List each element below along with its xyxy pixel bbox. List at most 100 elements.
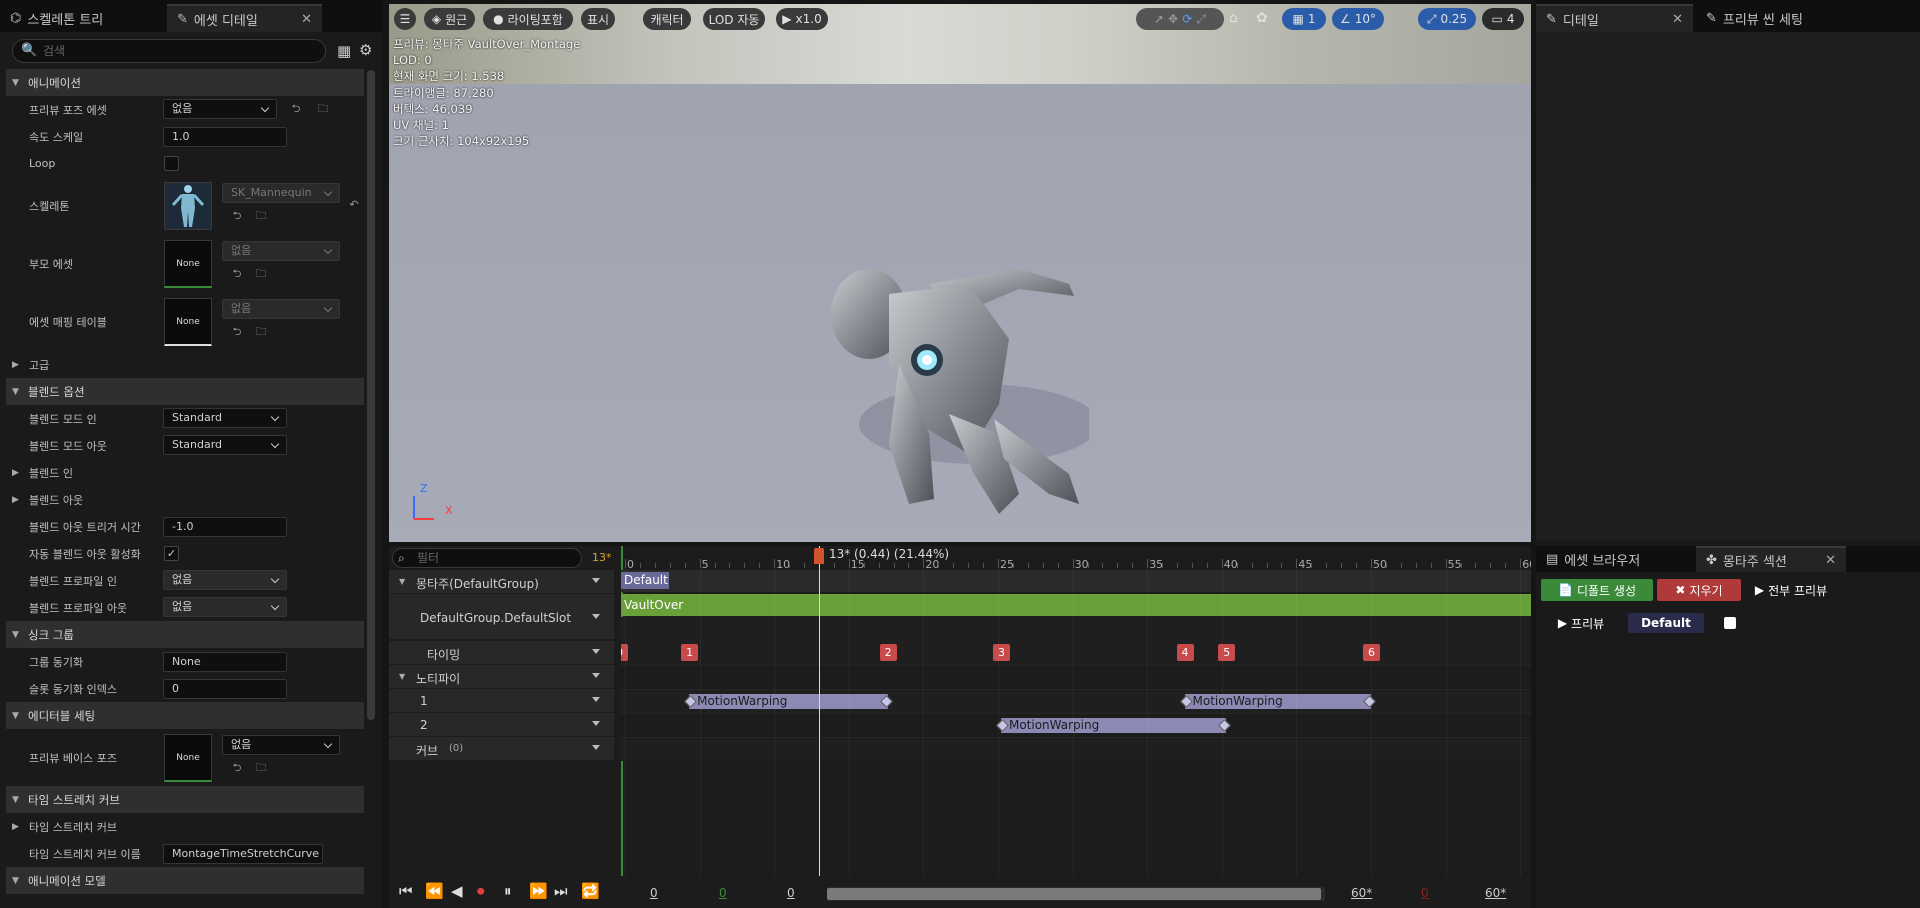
- create-default-button[interactable]: 📄 디폴트 생성: [1541, 579, 1653, 601]
- mapping-table-thumbnail[interactable]: None: [164, 298, 212, 346]
- close-icon[interactable]: ✕: [301, 12, 312, 27]
- clear-button[interactable]: ✖ 지우기: [1657, 579, 1741, 601]
- dropdown-icon[interactable]: [592, 721, 600, 726]
- section-advanced[interactable]: ▶ 고급: [6, 351, 364, 378]
- pause-icon[interactable]: ⏸: [504, 882, 512, 900]
- track-montage[interactable]: ▼ 몽타주(DefaultGroup): [389, 570, 614, 594]
- mapping-table-combo[interactable]: 없음: [222, 299, 340, 319]
- section-default[interactable]: Default: [621, 572, 669, 589]
- track-curves[interactable]: 커브 (0): [389, 737, 614, 761]
- move-icon[interactable]: ✥: [1168, 12, 1178, 26]
- table-view-icon[interactable]: ▦: [337, 42, 351, 60]
- play-start-field[interactable]: 0: [719, 886, 727, 900]
- playhead[interactable]: [818, 546, 820, 876]
- playhead-handle[interactable]: [813, 548, 824, 564]
- surface-snap-icon[interactable]: ✿: [1256, 10, 1268, 26]
- tab-skeleton-tree[interactable]: ⌬ 스켈레톤 트리: [0, 4, 165, 32]
- use-selected-icon[interactable]: ⮌: [230, 267, 244, 281]
- track-notify-1[interactable]: 1: [389, 689, 614, 713]
- blend-mode-in-combo[interactable]: Standard: [163, 408, 287, 428]
- skeleton-combo[interactable]: SK_Mannequin: [222, 183, 340, 203]
- perspective-button[interactable]: ◈ 원근: [424, 8, 475, 30]
- section-blend-out[interactable]: ▶ 블렌드 아웃: [6, 486, 364, 513]
- character-button[interactable]: 캐릭터: [643, 8, 691, 30]
- step-forward-icon[interactable]: ⏩: [529, 882, 548, 900]
- time-ruler[interactable]: 051015202530354045505560: [621, 546, 1531, 571]
- preview-button[interactable]: ▶ 프리뷰: [1552, 612, 1610, 634]
- section-default-button[interactable]: Default: [1628, 613, 1704, 633]
- tab-details[interactable]: ✎ 디테일 ✕: [1536, 4, 1693, 32]
- parent-asset-combo[interactable]: 없음: [222, 241, 340, 261]
- play-reverse-icon[interactable]: ◀: [451, 882, 463, 900]
- browse-asset-icon[interactable]: 🗀: [254, 325, 268, 339]
- tab-asset-details[interactable]: ✎ 에셋 디테일 ✕: [167, 4, 322, 32]
- tab-asset-browser[interactable]: ▤ 에셋 브라우저: [1536, 546, 1693, 572]
- view-start-field[interactable]: 0: [650, 886, 658, 900]
- track-notify-2[interactable]: 2: [389, 713, 614, 737]
- view-end-field[interactable]: 60*: [1485, 886, 1506, 900]
- loop-checkbox[interactable]: [164, 156, 179, 171]
- selection-end-field[interactable]: 60*: [1351, 886, 1372, 900]
- browse-asset-icon[interactable]: 🗀: [254, 267, 268, 281]
- close-icon[interactable]: ✕: [1672, 12, 1683, 27]
- notify-state-motionwarping[interactable]: MotionWarping: [1000, 718, 1227, 733]
- selection-start-field[interactable]: 0: [787, 886, 795, 900]
- browse-asset-icon[interactable]: 🗀: [254, 761, 268, 775]
- skeleton-thumbnail[interactable]: [164, 182, 212, 230]
- grid-snap-toggle[interactable]: ▦ 1: [1282, 8, 1326, 30]
- camera-speed-button[interactable]: ▭ 4: [1482, 8, 1524, 30]
- angle-snap-toggle[interactable]: ∠ 10°: [1332, 8, 1384, 30]
- auto-blend-out-checkbox[interactable]: ✓: [164, 546, 179, 561]
- timeline-scrollbar[interactable]: [827, 887, 1325, 901]
- browse-asset-icon[interactable]: 🗀: [316, 102, 330, 116]
- play-end-field[interactable]: 0: [1421, 886, 1429, 900]
- rotate-icon[interactable]: ⟳: [1182, 12, 1192, 26]
- section-blend-in[interactable]: ▶ 블렌드 인: [6, 459, 364, 486]
- close-icon[interactable]: ✕: [1825, 553, 1836, 568]
- loop-icon[interactable]: 🔁: [581, 882, 600, 900]
- step-back-icon[interactable]: ⏪: [425, 882, 444, 900]
- gear-icon[interactable]: ⚙: [359, 41, 372, 59]
- notify-state-motionwarping[interactable]: MotionWarping: [689, 694, 888, 709]
- sync-group-input[interactable]: None: [163, 652, 287, 672]
- use-selected-icon[interactable]: ⮌: [230, 209, 244, 223]
- tab-montage-sections[interactable]: ✤ 몽타주 섹션 ✕: [1696, 546, 1846, 572]
- search-input[interactable]: 🔍 검색: [12, 39, 326, 63]
- category-time-stretch[interactable]: ▼ 타임 스트레치 커브: [6, 786, 364, 813]
- timing-marker[interactable]: 0: [621, 644, 628, 661]
- dropdown-icon[interactable]: [592, 697, 600, 702]
- blend-profile-out-combo[interactable]: 없음: [163, 597, 287, 617]
- dropdown-icon[interactable]: [592, 614, 600, 619]
- dropdown-icon[interactable]: [592, 673, 600, 678]
- scale-snap-toggle[interactable]: ⤢ 0.25: [1418, 8, 1476, 30]
- section-checkbox[interactable]: [1724, 617, 1736, 629]
- curve-name-input[interactable]: MontageTimeStretchCurve: [163, 844, 323, 864]
- tab-preview-scene-settings[interactable]: ✎ 프리뷰 씬 세팅: [1696, 4, 1866, 32]
- section-time-stretch-curve[interactable]: ▶ 타임 스트레치 커브: [6, 813, 364, 840]
- notify-state-motionwarping[interactable]: MotionWarping: [1184, 694, 1371, 709]
- local-space-icon[interactable]: ⌂: [1229, 10, 1238, 26]
- dropdown-icon[interactable]: [592, 649, 600, 654]
- show-button[interactable]: 표시: [581, 8, 615, 30]
- category-sync-group[interactable]: ▼ 싱크 그룹: [6, 621, 364, 648]
- track-notify[interactable]: ▼ 노티파이: [389, 665, 614, 689]
- track-slot[interactable]: DefaultGroup.DefaultSlot: [389, 594, 614, 640]
- preview-base-pose-combo[interactable]: 없음: [222, 735, 340, 755]
- scrollbar-thumb[interactable]: [827, 888, 1321, 900]
- timing-marker[interactable]: 4: [1176, 644, 1194, 661]
- track-area[interactable]: 051015202530354045505560 Default VaultOv…: [621, 546, 1531, 876]
- preview-base-pose-thumbnail[interactable]: None: [164, 734, 212, 782]
- timing-marker[interactable]: 3: [992, 644, 1010, 661]
- scale-icon[interactable]: ⤢: [1196, 12, 1206, 27]
- dropdown-icon[interactable]: [592, 745, 600, 750]
- timing-marker[interactable]: 5: [1218, 644, 1236, 661]
- lighting-button[interactable]: ● 라이팅포함: [483, 8, 573, 30]
- filter-input[interactable]: ⌕ 필터: [392, 548, 582, 568]
- timing-marker[interactable]: 2: [879, 644, 897, 661]
- timing-marker[interactable]: 1: [681, 644, 699, 661]
- montage-timeline[interactable]: ⌕ 필터 13* ▼ 몽타주(DefaultGroup) DefaultGrou…: [389, 546, 1531, 908]
- preview-pose-combo[interactable]: 없음: [163, 99, 277, 119]
- blend-out-trigger-input[interactable]: -1.0: [163, 517, 287, 537]
- category-editor-settings[interactable]: ▼ 에디터블 세팅: [6, 702, 364, 729]
- preview-viewport[interactable]: ☰ ◈ 원근 ● 라이팅포함 표시 캐릭터 LOD 자동 ▶ x1.0 ➚ ✥ ⟳ ⤢…: [389, 4, 1531, 542]
